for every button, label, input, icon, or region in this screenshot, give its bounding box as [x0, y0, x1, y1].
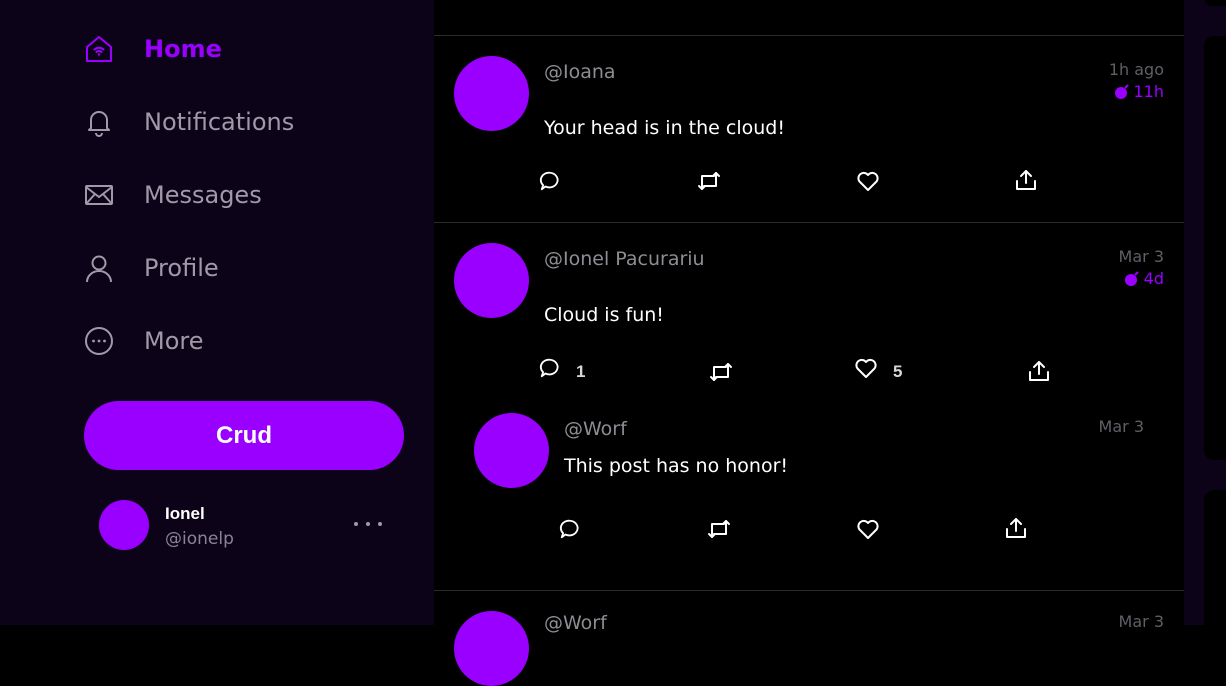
nav-item-home[interactable]: Home: [84, 29, 222, 69]
suggestions-card: [1204, 490, 1226, 640]
repost-icon[interactable]: [709, 360, 733, 384]
envelope-icon: [84, 180, 114, 210]
reply-count: 1: [576, 362, 586, 381]
nav-item-notifications[interactable]: Notifications: [84, 102, 294, 142]
feed: @Ioana 1h ago 11h Your head is in the cl…: [434, 0, 1184, 686]
nav-label-notifications: Notifications: [144, 108, 295, 136]
post-content: Your head is in the cloud!: [544, 117, 785, 139]
post-handle[interactable]: @Worf: [544, 612, 607, 634]
trends-card: [1204, 36, 1226, 460]
nav-item-more[interactable]: More: [84, 321, 204, 361]
post-content: Cloud is fun!: [544, 304, 664, 326]
post-handle[interactable]: @Ionel Pacurariu: [544, 248, 705, 270]
nav-item-messages[interactable]: Messages: [84, 175, 262, 215]
current-user-handle: @ionelp: [165, 529, 234, 549]
post-expiry-label: 4d: [1143, 269, 1164, 288]
current-user-name: Ionel: [165, 504, 205, 523]
share-icon[interactable]: [1004, 516, 1028, 540]
post-avatar[interactable]: [454, 56, 529, 131]
reply-icon[interactable]: [538, 356, 562, 380]
share-icon[interactable]: [1027, 359, 1051, 383]
like-count: 5: [893, 362, 903, 381]
search-card: [1204, 0, 1226, 6]
reply-icon[interactable]: [558, 517, 582, 541]
nav-label-messages: Messages: [144, 181, 262, 209]
reply-icon[interactable]: [538, 169, 562, 193]
nav-label-profile: Profile: [144, 254, 219, 282]
more-circle-icon: [84, 326, 114, 356]
current-user-avatar[interactable]: [99, 500, 149, 550]
crud-button[interactable]: Crud: [84, 401, 404, 470]
nav-item-profile[interactable]: Profile: [84, 248, 219, 288]
user-icon: [84, 253, 114, 283]
like-icon[interactable]: [856, 169, 880, 193]
repost-icon[interactable]: [697, 169, 721, 193]
post-time: 1h ago: [1108, 60, 1164, 79]
reply-handle[interactable]: @Worf: [564, 418, 627, 440]
reply-avatar[interactable]: [474, 413, 549, 488]
post-expiry-label: 11h: [1133, 82, 1165, 101]
reply-content: This post has no honor!: [564, 455, 789, 477]
post-expiry: 4d: [1124, 269, 1164, 288]
like-icon[interactable]: [854, 356, 878, 380]
divider: [434, 35, 1184, 36]
nav-label-home: Home: [144, 35, 222, 63]
account-more-icon[interactable]: [354, 514, 382, 534]
sidebar: Home Notifications Messages Profile More…: [0, 0, 434, 625]
divider: [434, 590, 1184, 591]
reply-time: Mar 3: [1098, 417, 1144, 436]
like-icon[interactable]: [856, 517, 880, 541]
home-icon: [84, 34, 114, 64]
post-time: Mar 3: [1118, 612, 1164, 631]
share-icon[interactable]: [1014, 168, 1038, 192]
bomb-icon: [1124, 270, 1139, 286]
nav-label-more: More: [144, 327, 204, 355]
bomb-icon: [1114, 83, 1129, 99]
repost-icon[interactable]: [707, 517, 731, 541]
post-time: Mar 3: [1118, 247, 1164, 266]
post-handle[interactable]: @Ioana: [544, 61, 616, 83]
post-expiry: 11h: [1114, 82, 1165, 101]
post-avatar[interactable]: [454, 243, 529, 318]
right-sidebar: [1184, 0, 1226, 640]
bell-icon: [84, 107, 114, 137]
post-avatar[interactable]: [454, 611, 529, 686]
divider: [434, 222, 1184, 223]
